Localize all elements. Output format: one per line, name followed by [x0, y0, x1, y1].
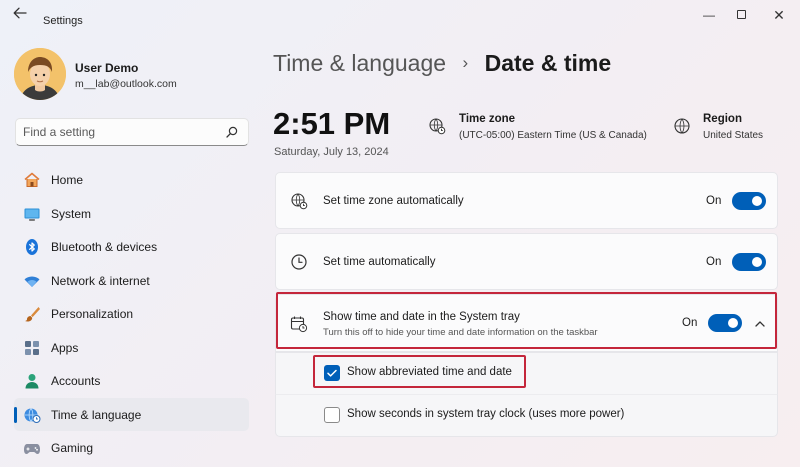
system-tray-toggle[interactable] [708, 314, 742, 332]
globe-icon [674, 118, 690, 134]
time-zone-value: (UTC-05:00) Eastern Time (US & Canada) [459, 130, 647, 141]
auto-time-toggle[interactable] [732, 253, 766, 271]
sidebar-item-home[interactable]: Home [14, 163, 249, 197]
breadcrumb-separator: › [462, 53, 469, 72]
auto-timezone-toggle[interactable] [732, 192, 766, 210]
sidebar-item-personalization[interactable]: Personalization [14, 297, 249, 331]
sidebar-nav: Home System Bluetooth & devices Network … [14, 163, 249, 465]
clock-icon [291, 254, 307, 270]
checkbox-label: Show abbreviated time and date [347, 366, 512, 378]
sidebar-item-accounts[interactable]: Accounts [14, 364, 249, 398]
setting-abbreviated: Show abbreviated time and date [275, 352, 778, 394]
sidebar-item-label: Bluetooth & devices [51, 240, 158, 254]
monitor-icon [24, 208, 40, 221]
sidebar-item-label: System [51, 206, 92, 221]
title-bar: Settings — ✕ [0, 0, 800, 30]
setting-auto-timezone: Set time zone automatically On [275, 172, 778, 229]
minimize-button[interactable]: — [697, 6, 721, 24]
bluetooth-icon [26, 239, 38, 255]
sidebar-item-bluetooth-devices[interactable]: Bluetooth & devices [14, 230, 249, 264]
maximize-button[interactable] [729, 6, 753, 24]
setting-label: Show time and date in the System tray [323, 311, 520, 323]
sidebar-item-label: Personalization [51, 307, 134, 321]
time-zone-title: Time zone [459, 113, 516, 125]
wifi-icon [24, 276, 40, 287]
search-input[interactable] [23, 124, 223, 140]
brush-icon [25, 307, 40, 322]
gamepad-icon [24, 444, 40, 454]
globe-clock-icon [291, 193, 308, 210]
sidebar-item-label: Time & language [51, 407, 142, 422]
breadcrumb-parent[interactable]: Time & language [273, 50, 446, 76]
setting-system-tray: Show time and date in the System tray Tu… [275, 294, 778, 352]
avatar[interactable] [14, 48, 66, 100]
setting-label: Set time automatically [323, 256, 436, 268]
arrow-left-icon [13, 7, 27, 19]
page-title: Date & time [484, 50, 612, 76]
checkbox-label: Show seconds in system tray clock (uses … [347, 408, 625, 420]
toggle-state-label: On [682, 317, 698, 329]
person-icon [25, 374, 39, 389]
checkmark-icon [327, 369, 337, 377]
close-button[interactable]: ✕ [767, 6, 791, 24]
region-value: United States [703, 130, 764, 141]
toggle-state-label: On [706, 256, 722, 268]
sidebar-item-label: Accounts [51, 374, 101, 388]
sidebar-item-label: Gaming [51, 441, 94, 455]
region-title: Region [703, 113, 742, 125]
apps-icon [25, 340, 39, 355]
calendar-clock-icon [290, 316, 308, 333]
user-avatar-icon [14, 48, 66, 100]
home-icon [24, 172, 40, 187]
sidebar-item-gaming[interactable]: Gaming [14, 431, 249, 465]
sidebar-item-label: Home [51, 173, 84, 187]
sidebar-item-label: Apps [51, 340, 79, 355]
current-time: 2:51 PM [273, 106, 391, 141]
toggle-state-label: On [706, 195, 722, 207]
search-box[interactable] [15, 118, 249, 146]
seconds-checkbox[interactable] [324, 407, 340, 423]
user-email: m__lab@outlook.com [75, 78, 177, 90]
setting-seconds: Show seconds in system tray clock (uses … [275, 394, 778, 437]
setting-description: Turn this off to hide your time and date… [323, 327, 598, 338]
globe-clock-icon [429, 118, 446, 135]
sidebar-item-apps[interactable]: Apps [14, 331, 249, 365]
setting-auto-time: Set time automatically On [275, 233, 778, 290]
user-name: User Demo [75, 61, 139, 75]
back-button[interactable] [10, 7, 30, 23]
sidebar-item-system[interactable]: System [14, 197, 249, 231]
setting-label: Set time zone automatically [323, 195, 464, 207]
app-title: Settings [43, 15, 83, 27]
chevron-up-icon[interactable] [753, 317, 767, 331]
globe-clock-icon [24, 407, 41, 423]
sidebar-item-time-language[interactable]: Time & language [14, 397, 249, 431]
current-date: Saturday, July 13, 2024 [274, 146, 389, 158]
sidebar-item-network-internet[interactable]: Network & internet [14, 264, 249, 298]
maximize-icon [736, 10, 746, 19]
search-icon[interactable] [226, 126, 238, 138]
abbreviated-checkbox[interactable] [324, 365, 340, 381]
sidebar-item-label: Network & internet [51, 273, 150, 288]
breadcrumb: Time & language › Date & time [273, 50, 611, 80]
